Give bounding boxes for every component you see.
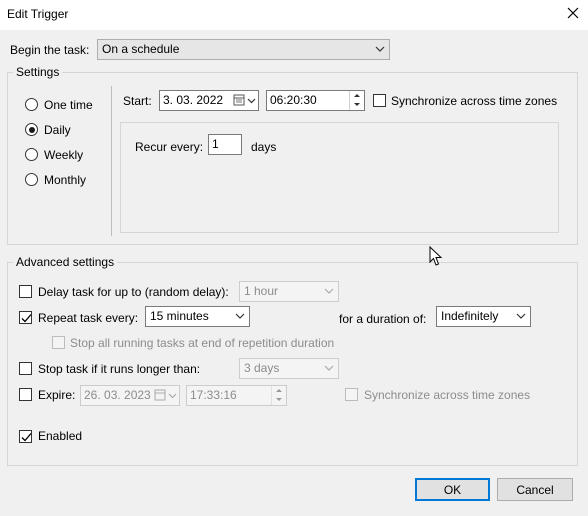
- close-icon[interactable]: [564, 4, 582, 22]
- duration-select[interactable]: Indefinitely: [436, 306, 531, 327]
- start-time-value: 06:20:30: [270, 93, 317, 107]
- radio-monthly-label: Monthly: [44, 173, 87, 187]
- expire-time-value: 17:33:16: [190, 388, 237, 402]
- spin-up-icon[interactable]: [272, 386, 286, 395]
- chevron-down-icon: [516, 313, 526, 319]
- check-icon: [21, 433, 32, 442]
- start-time-field[interactable]: 06:20:30: [266, 90, 365, 111]
- spin-down-icon[interactable]: [350, 100, 364, 109]
- stop-longer-select[interactable]: 3 days: [239, 358, 339, 379]
- spin-down-icon[interactable]: [272, 395, 286, 404]
- calendar-icon[interactable]: [154, 389, 178, 402]
- delay-select[interactable]: 1 hour: [239, 281, 339, 302]
- recur-days-input[interactable]: 1: [208, 134, 242, 155]
- chevron-down-icon: [235, 313, 245, 319]
- sync-time-zones-checkbox[interactable]: [373, 94, 386, 107]
- cancel-button[interactable]: Cancel: [497, 478, 573, 501]
- expire-label: Expire:: [38, 388, 76, 402]
- expire-time-spinner[interactable]: [271, 386, 286, 405]
- stop-longer-value: 3 days: [244, 361, 280, 375]
- recur-unit-label: days: [251, 140, 277, 154]
- repeat-task-checkbox[interactable]: [19, 311, 32, 324]
- settings-legend: Settings: [13, 65, 63, 79]
- stop-longer-checkbox[interactable]: [19, 362, 32, 375]
- ok-button[interactable]: OK: [415, 478, 490, 501]
- start-time-spinner[interactable]: [349, 91, 364, 110]
- enabled-checkbox[interactable]: [19, 430, 32, 443]
- begin-task-select[interactable]: On a schedule: [97, 39, 390, 60]
- start-date-picker[interactable]: 3. 03. 2022: [159, 90, 259, 111]
- check-icon: [21, 314, 32, 323]
- delay-value: 1 hour: [244, 284, 279, 298]
- expire-sync-checkbox[interactable]: [345, 388, 358, 401]
- window-title: Edit Trigger: [7, 7, 69, 21]
- begin-task-label: Begin the task:: [10, 43, 90, 57]
- mouse-cursor-icon: [429, 246, 443, 266]
- recur-label: Recur every:: [135, 140, 204, 154]
- calendar-icon[interactable]: [233, 94, 257, 107]
- chevron-down-icon: [324, 365, 334, 371]
- title-bar: [0, 0, 588, 30]
- expire-date-value: 26. 03. 2023: [84, 388, 151, 402]
- stop-running-label: Stop all running tasks at end of repetit…: [70, 336, 335, 350]
- settings-divider: [111, 86, 112, 236]
- radio-one-time-label: One time: [44, 98, 93, 112]
- stop-running-checkbox[interactable]: [52, 336, 65, 349]
- chevron-down-icon: [375, 46, 385, 52]
- radio-one-time[interactable]: [25, 98, 38, 111]
- spin-up-icon[interactable]: [350, 91, 364, 100]
- repeat-interval-select[interactable]: 15 minutes: [145, 306, 250, 327]
- chevron-down-icon: [324, 288, 334, 294]
- radio-daily[interactable]: [25, 123, 38, 136]
- expire-sync-label: Synchronize across time zones: [364, 388, 531, 402]
- repeat-interval-value: 15 minutes: [150, 309, 209, 323]
- stop-longer-label: Stop task if it runs longer than:: [38, 362, 201, 376]
- radio-weekly-label: Weekly: [44, 148, 84, 162]
- recur-panel: [120, 122, 559, 233]
- start-date-value: 3. 03. 2022: [163, 93, 224, 107]
- delay-task-checkbox[interactable]: [19, 285, 32, 298]
- expire-checkbox[interactable]: [19, 388, 32, 401]
- expire-date-picker[interactable]: 26. 03. 2023: [80, 385, 180, 406]
- duration-value: Indefinitely: [441, 309, 499, 323]
- delay-task-label: Delay task for up to (random delay):: [38, 285, 229, 299]
- begin-task-value: On a schedule: [102, 42, 180, 56]
- radio-weekly[interactable]: [25, 148, 38, 161]
- sync-time-zones-label: Synchronize across time zones: [391, 94, 558, 108]
- advanced-settings-legend: Advanced settings: [13, 255, 118, 269]
- enabled-label: Enabled: [38, 429, 83, 443]
- repeat-task-label: Repeat task every:: [38, 311, 139, 325]
- duration-label: for a duration of:: [339, 312, 427, 326]
- start-label: Start:: [123, 94, 152, 108]
- expire-time-field[interactable]: 17:33:16: [186, 385, 287, 406]
- radio-daily-label: Daily: [44, 123, 71, 137]
- radio-monthly[interactable]: [25, 173, 38, 186]
